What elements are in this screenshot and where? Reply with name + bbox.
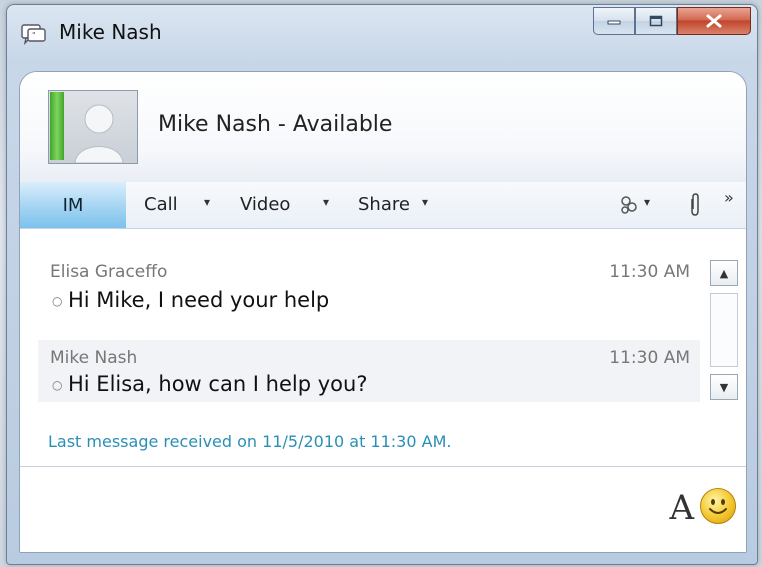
message-time: 11:30 AM (609, 348, 690, 368)
message-text: Hi Elisa, how can I help you? (68, 372, 368, 396)
scroll-track[interactable] (710, 293, 738, 367)
font-button[interactable]: A (669, 488, 694, 528)
people-options-icon[interactable] (618, 194, 640, 216)
people-dropdown-icon[interactable]: ▾ (644, 195, 650, 209)
smiley-icon (709, 499, 727, 514)
video-dropdown-icon[interactable]: ▾ (323, 195, 329, 209)
bullet-icon: ○ (52, 378, 63, 392)
call-dropdown-icon[interactable]: ▾ (204, 195, 210, 209)
name-status-separator: - (270, 112, 293, 137)
svg-text:": " (32, 31, 36, 40)
message-text: Hi Mike, I need your help (68, 288, 330, 312)
scroll-down-button[interactable]: ▼ (710, 374, 738, 400)
minimize-icon (607, 20, 621, 25)
share-dropdown-icon[interactable]: ▾ (422, 195, 428, 209)
bullet-icon: ○ (52, 294, 63, 308)
share-button[interactable]: Share (358, 194, 410, 215)
message-sender: Mike Nash (50, 348, 138, 368)
attachment-icon[interactable] (688, 193, 702, 217)
close-icon (706, 14, 722, 28)
contact-name-status: Mike Nash - Available (158, 112, 392, 137)
minimize-button[interactable] (593, 7, 635, 35)
contact-header: Mike Nash - Available (20, 72, 746, 182)
title-bar[interactable]: " Mike Nash (7, 5, 757, 63)
input-divider (20, 466, 746, 467)
conversation-icon: " (21, 24, 46, 45)
call-button[interactable]: Call (144, 194, 178, 215)
message-scrollbar[interactable]: ▲ ▼ (710, 260, 740, 406)
close-button[interactable] (677, 7, 751, 35)
conversation-window: " Mike Nash Mike Nash - Available IM Cal… (6, 4, 758, 565)
down-arrow-icon: ▼ (719, 380, 729, 394)
scroll-up-button[interactable]: ▲ (710, 260, 738, 286)
emoticon-button[interactable] (700, 488, 736, 524)
presence-indicator (50, 92, 64, 160)
maximize-button[interactable] (635, 7, 677, 35)
window-controls (593, 7, 751, 37)
message-item: Elisa Graceffo 11:30 AM ○ Hi Mike, I nee… (38, 240, 700, 326)
last-message-status: Last message received on 11/5/2010 at 11… (48, 432, 452, 451)
more-options-icon[interactable]: » (724, 188, 734, 207)
message-sender: Elisa Graceffo (50, 262, 168, 282)
contact-name: Mike Nash (158, 112, 271, 137)
message-input[interactable]: A (20, 468, 746, 552)
window-title: Mike Nash (59, 20, 162, 44)
up-arrow-icon: ▲ (719, 266, 729, 280)
conversation-toolbar: IM Call ▾ Video ▾ Share ▾ ▾ » (20, 182, 746, 229)
maximize-icon (649, 15, 663, 27)
message-time: 11:30 AM (609, 262, 690, 282)
contact-status: Available (292, 112, 393, 137)
message-item: Mike Nash 11:30 AM ○ Hi Elisa, how can I… (38, 340, 700, 402)
conversation-panel: Mike Nash - Available IM Call ▾ Video ▾ … (19, 71, 747, 553)
tab-im[interactable]: IM (20, 182, 126, 228)
video-button[interactable]: Video (240, 194, 290, 215)
